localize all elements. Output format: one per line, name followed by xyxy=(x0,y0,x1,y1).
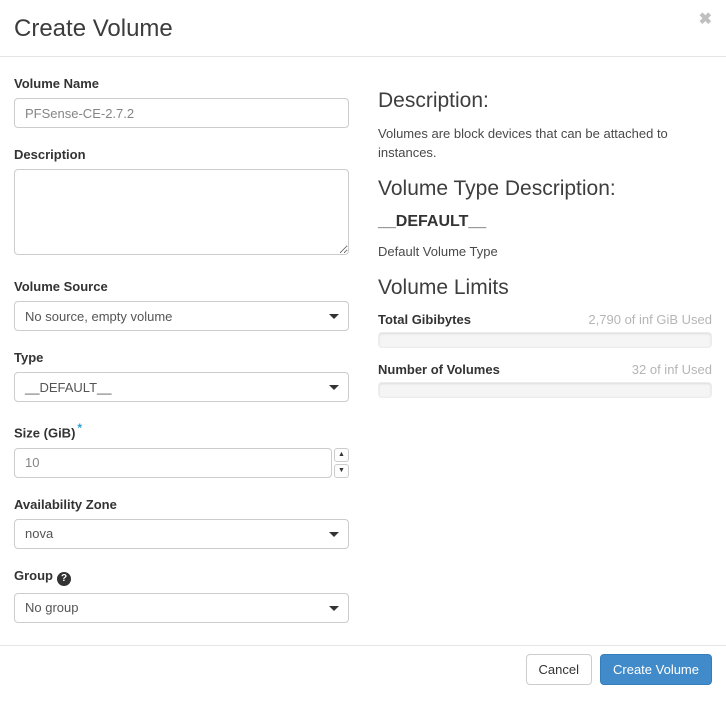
volume-name-label: Volume Name xyxy=(14,76,100,92)
modal-footer: Cancel Create Volume xyxy=(0,645,726,708)
type-description-heading: Volume Type Description: xyxy=(378,177,616,201)
volume-source-selected: No source, empty volume xyxy=(25,308,173,324)
form-column: Volume Name Description Volume Source No… xyxy=(14,76,349,645)
required-asterisk: * xyxy=(77,421,83,436)
limit-row-volumes: Number of Volumes 32 of inf Used xyxy=(378,362,712,398)
limit-usage: 32 of inf Used xyxy=(631,361,712,377)
type-selected: __DEFAULT__ xyxy=(25,379,112,395)
spinner-up-icon[interactable]: ▲ xyxy=(333,447,349,462)
type-description-text: Default Volume Type xyxy=(378,244,498,260)
group-label-text: Group xyxy=(14,567,53,583)
description-text: Volumes are block devices that can be at… xyxy=(378,126,668,161)
size-spinner: ▲ ▼ xyxy=(14,447,349,478)
create-volume-button[interactable]: Create Volume xyxy=(600,653,712,685)
type-name: __DEFAULT__ xyxy=(378,213,487,231)
availability-zone-group: Availability Zone nova xyxy=(14,497,349,549)
chevron-down-icon xyxy=(329,531,339,537)
spinner-buttons: ▲ ▼ xyxy=(333,447,349,478)
description-label: Description xyxy=(14,147,86,163)
spinner-down-icon[interactable]: ▼ xyxy=(333,463,349,478)
cancel-button[interactable]: Cancel xyxy=(525,653,592,685)
info-column: Description: Volumes are block devices t… xyxy=(378,76,712,645)
size-label: Size (GiB) * xyxy=(14,421,349,440)
limit-label: Number of Volumes xyxy=(378,361,500,377)
availability-zone-select[interactable]: nova xyxy=(14,518,349,549)
limit-label: Total Gibibytes xyxy=(378,311,471,327)
limit-head: Number of Volumes 32 of inf Used xyxy=(378,362,712,377)
description-group: Description xyxy=(14,147,349,260)
availability-zone-selected: nova xyxy=(25,526,54,542)
progress-bar-volumes xyxy=(378,381,712,398)
type-group: Type __DEFAULT__ xyxy=(14,350,349,403)
chevron-down-icon xyxy=(329,605,339,611)
chevron-down-icon xyxy=(329,385,339,391)
volume-source-select[interactable]: No source, empty volume xyxy=(14,301,349,332)
progress-bar-gibibytes xyxy=(378,331,712,348)
volume-limits-heading: Volume Limits xyxy=(378,275,509,299)
volume-name-group: Volume Name xyxy=(14,76,349,129)
limit-head: Total Gibibytes 2,790 of inf GiB Used xyxy=(378,312,712,327)
close-icon[interactable]: ✖ xyxy=(697,10,714,30)
limit-row-gibibytes: Total Gibibytes 2,790 of inf GiB Used xyxy=(378,312,712,348)
volume-name-input[interactable] xyxy=(14,98,349,129)
size-input[interactable] xyxy=(14,447,332,478)
description-heading: Description: xyxy=(378,89,489,113)
type-select[interactable]: __DEFAULT__ xyxy=(14,372,349,403)
modal-title: Create Volume xyxy=(14,15,173,42)
group-selected: No group xyxy=(25,600,79,616)
group-select[interactable]: No group xyxy=(14,592,349,623)
type-label: Type xyxy=(14,350,44,366)
volume-source-label: Volume Source xyxy=(14,279,108,295)
limit-usage: 2,790 of inf GiB Used xyxy=(588,311,712,327)
size-label-text: Size (GiB) xyxy=(14,425,76,441)
help-icon[interactable]: ? xyxy=(57,571,71,586)
group-group: Group? No group xyxy=(14,568,349,623)
chevron-down-icon xyxy=(329,314,339,320)
group-label: Group? xyxy=(14,568,349,586)
create-volume-modal: Create Volume ✖ Volume Name Description … xyxy=(0,0,726,708)
availability-zone-label: Availability Zone xyxy=(14,496,117,512)
volume-source-group: Volume Source No source, empty volume xyxy=(14,279,349,332)
size-group: Size (GiB)* ▲ ▼ xyxy=(14,421,349,478)
description-textarea[interactable] xyxy=(14,169,349,256)
modal-header: Create Volume ✖ xyxy=(0,0,726,58)
modal-body: Volume Name Description Volume Source No… xyxy=(0,57,726,645)
